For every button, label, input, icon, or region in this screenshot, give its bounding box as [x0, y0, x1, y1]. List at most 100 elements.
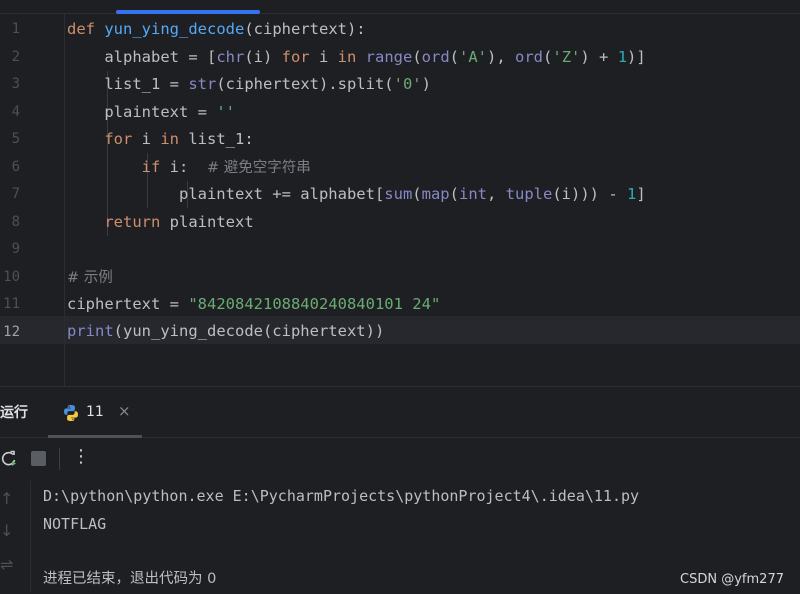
code-line-11[interactable]: ciphertext = "8420842108840240840101 24" [67, 291, 440, 319]
line-number: 4 [11, 103, 20, 120]
line-number: 1 [11, 21, 20, 37]
code-line-2[interactable]: alphabet = [chr(i) for i in range(ord('A… [67, 44, 646, 72]
builtin: map [421, 185, 450, 203]
code-text: plaintext += alphabet[ [178, 185, 385, 203]
scroll-down-icon[interactable]: ↓ [0, 521, 13, 540]
line-number: 7 [11, 186, 20, 202]
code-line-4[interactable]: plaintext = '' [67, 99, 235, 127]
builtin: ord [421, 47, 450, 66]
code-text: ( [449, 185, 459, 203]
code-line-3[interactable]: list_1 = str(ciphertext).split('0') [67, 71, 431, 99]
code-text: ( [412, 185, 422, 203]
run-panel-header: 运行 11 × [0, 387, 800, 438]
line-number: 9 [11, 241, 20, 257]
line-number: 6 [11, 158, 20, 175]
code-comment: # 避免空字符串 [207, 159, 311, 176]
code-editor[interactable]: 1 2 3 4 5 6 7 8 9 10 11 12 def yun_ying_… [0, 0, 800, 386]
number-literal: 1 [617, 47, 628, 66]
code-line-7[interactable]: plaintext += alphabet[sum(map(int, tuple… [67, 181, 646, 209]
string-literal: "8420842108840240840101 24" [188, 295, 441, 313]
string-literal: 'Z' [552, 47, 581, 66]
line-number-active: 12 [3, 323, 20, 340]
string-literal: 'A' [459, 47, 488, 66]
code-text: , [486, 185, 506, 203]
keyword: for [281, 47, 310, 66]
code-text: ciphertext = [67, 295, 189, 313]
code-text: ( [412, 47, 422, 66]
builtin: str [188, 75, 217, 93]
line-number: 5 [11, 131, 20, 147]
code-comment: # 示例 [67, 269, 113, 286]
run-tab[interactable]: 11 × [48, 387, 142, 438]
watermark: CSDN @yfm277 [680, 572, 784, 587]
line-number: 11 [3, 296, 20, 312]
code-text: ) [421, 75, 431, 93]
builtin: print [67, 322, 114, 340]
function-name: yun_ying_decode [104, 20, 245, 38]
soft-wrap-icon[interactable]: ⇌ [0, 555, 13, 574]
code-text: ] [636, 185, 646, 203]
string-literal: '' [216, 102, 235, 121]
number-literal: 1 [626, 185, 637, 203]
keyword: for [104, 130, 133, 148]
builtin: range [365, 47, 413, 66]
gutter-divider [64, 14, 65, 386]
code-text: ) + [580, 47, 618, 66]
stop-icon[interactable] [31, 451, 46, 466]
code-text: )] [627, 47, 646, 66]
line-number-gutter[interactable]: 1 2 3 4 5 6 7 8 9 10 11 12 [0, 14, 64, 386]
console-output-line: NOTFLAG [43, 515, 107, 533]
run-panel: 运行 11 × ⋮ ↑ ↓ ⇌ D:\python\python.exe E:\… [0, 386, 800, 593]
console-exit-line: 进程已结束，退出代码为 0 [43, 571, 217, 587]
keyword: return [104, 212, 161, 231]
builtin: ord [515, 47, 544, 66]
code-line-10[interactable]: # 示例 [67, 264, 113, 292]
toolbar-separator [59, 448, 60, 470]
string-literal: '0' [393, 75, 422, 93]
run-tab-label: 11 [86, 404, 104, 420]
active-tab-indicator [116, 10, 260, 14]
rerun-icon[interactable] [0, 449, 18, 467]
code-text: i [309, 47, 338, 66]
builtin: tuple [505, 185, 553, 203]
keyword: in [160, 130, 179, 148]
run-toolbar: ⋮ [0, 438, 800, 480]
builtin: chr [216, 47, 245, 66]
keyword: if [141, 157, 161, 176]
code-text: (yun_ying_decode(ciphertext)) [113, 322, 385, 340]
scroll-up-icon[interactable]: ↑ [0, 489, 13, 508]
python-icon [64, 405, 78, 421]
code-line-5[interactable]: for i in list_1: [67, 126, 254, 154]
run-panel-title: 运行 [0, 405, 28, 421]
code-text: (ciphertext): [244, 20, 366, 38]
code-text: ( [449, 47, 460, 66]
console-side-toolbar: ↑ ↓ ⇌ [0, 481, 31, 593]
close-icon[interactable]: × [118, 402, 131, 420]
code-text: plaintext = [104, 102, 217, 121]
code-text: i [132, 130, 161, 148]
code-line-8[interactable]: return plaintext [67, 209, 254, 237]
line-number: 10 [3, 268, 20, 285]
line-number: 3 [11, 76, 20, 92]
builtin: sum [384, 185, 413, 203]
more-options-icon[interactable]: ⋮ [72, 446, 90, 467]
code-text: alphabet = [ [104, 47, 217, 66]
code-text: list_1 = [104, 75, 189, 93]
line-number: 8 [11, 213, 20, 230]
builtin: int [458, 185, 487, 203]
line-number: 2 [11, 48, 20, 65]
code-text: (i))) - [552, 185, 627, 203]
keyword: in [337, 47, 357, 66]
code-text: i: [160, 157, 207, 176]
code-line-12[interactable]: print(yun_ying_decode(ciphertext)) [67, 318, 384, 346]
code-text: ( [543, 47, 553, 66]
code-line-6[interactable]: if i: # 避免空字符串 [67, 154, 311, 182]
code-text: (i) [244, 47, 282, 66]
code-text: list_1: [179, 130, 254, 148]
console-command-line: D:\python\python.exe E:\PycharmProjects\… [43, 487, 640, 505]
code-text: ), [487, 47, 516, 66]
code-text: plaintext [160, 212, 254, 231]
code-line-1[interactable]: def yun_ying_decode(ciphertext): [67, 16, 366, 44]
keyword: def [67, 20, 95, 38]
